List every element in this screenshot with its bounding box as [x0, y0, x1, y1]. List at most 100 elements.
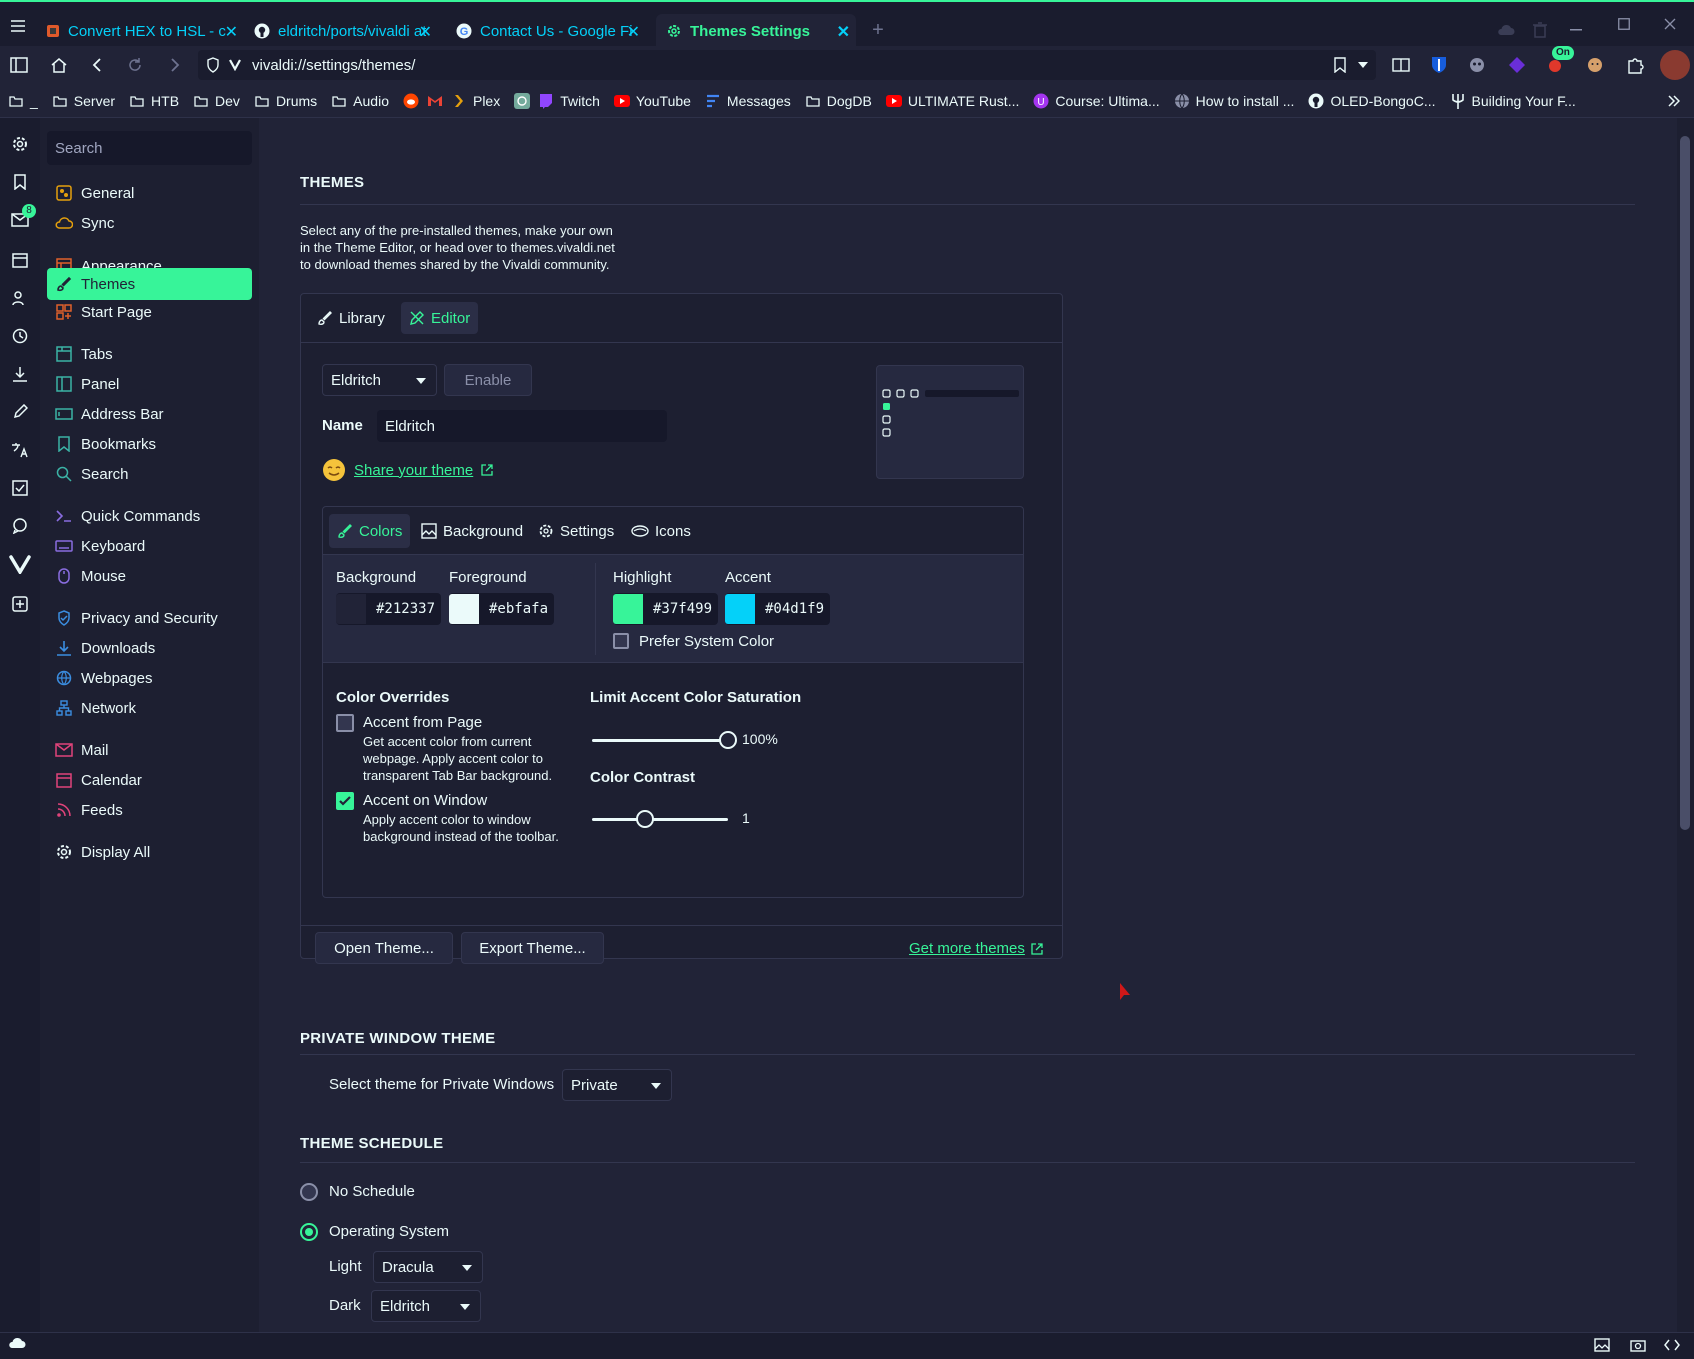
- background-color-picker[interactable]: #212337: [336, 593, 441, 625]
- tab-google-forms[interactable]: G Contact Us - Google Fi ✕: [446, 14, 646, 48]
- trash-icon[interactable]: [1530, 20, 1550, 40]
- contrast-slider-track[interactable]: [592, 818, 728, 821]
- sidebar-item-address-bar[interactable]: Address Bar: [47, 398, 252, 430]
- maximize-icon[interactable]: [1614, 14, 1634, 34]
- tab-library[interactable]: Library: [309, 302, 393, 334]
- highlight-color-picker[interactable]: #37f499: [613, 593, 718, 625]
- more-bookmarks-icon[interactable]: [1664, 92, 1684, 110]
- sidebar-item-keyboard[interactable]: Keyboard: [47, 530, 252, 562]
- bookmarks-panel-icon[interactable]: [8, 170, 32, 194]
- bookmark-how-to-install[interactable]: How to install ...: [1174, 93, 1294, 109]
- history-panel-icon[interactable]: [8, 324, 32, 348]
- notes-panel-icon[interactable]: [8, 400, 32, 424]
- theme-name-input[interactable]: Eldritch: [377, 410, 667, 442]
- bookmark-twitch[interactable]: Twitch: [538, 93, 600, 109]
- light-theme-select[interactable]: Dracula: [373, 1251, 483, 1283]
- share-theme-link[interactable]: Share your theme: [354, 462, 473, 479]
- accent-on-window-checkbox[interactable]: [336, 792, 354, 810]
- sidebar-item-downloads[interactable]: Downloads: [47, 632, 252, 664]
- sidebar-item-calendar[interactable]: Calendar: [47, 764, 252, 796]
- bookmark-reddit[interactable]: [403, 93, 419, 109]
- scrollbar[interactable]: [1677, 118, 1694, 1332]
- image-toggle-icon[interactable]: [1594, 1338, 1610, 1352]
- prefer-system-color-checkbox[interactable]: [613, 633, 629, 649]
- extension-face-icon[interactable]: [1584, 55, 1606, 75]
- chevron-down-icon[interactable]: [1358, 62, 1368, 68]
- bookmark-oled-bongocat[interactable]: OLED-BongoC...: [1308, 93, 1436, 109]
- tab-close-icon[interactable]: ✕: [837, 22, 850, 42]
- bitwarden-icon[interactable]: [1428, 55, 1450, 75]
- bookmark-folder-dogdb[interactable]: DogDB: [805, 93, 872, 109]
- avatar[interactable]: [1660, 50, 1690, 80]
- subtab-icons[interactable]: Icons: [631, 514, 691, 548]
- subtab-colors[interactable]: Colors: [329, 514, 411, 548]
- home-icon[interactable]: [48, 55, 70, 75]
- add-panel-icon[interactable]: [8, 592, 32, 616]
- accent-color-picker[interactable]: #04d1f9: [725, 593, 830, 625]
- saturation-slider-knob[interactable]: [719, 731, 737, 749]
- downloads-panel-icon[interactable]: [8, 362, 32, 386]
- get-more-themes-link[interactable]: Get more themes: [909, 940, 1025, 957]
- back-icon[interactable]: [86, 55, 108, 75]
- subtab-settings[interactable]: Settings: [538, 514, 614, 548]
- reload-icon[interactable]: [124, 55, 146, 75]
- dark-theme-select[interactable]: Eldritch: [371, 1290, 481, 1322]
- puzzle-icon[interactable]: [1624, 55, 1646, 75]
- bookmark-gmail[interactable]: [427, 93, 443, 109]
- sidebar-item-general[interactable]: General: [47, 177, 252, 209]
- settings-panel-icon[interactable]: [8, 132, 32, 156]
- code-icon[interactable]: [1664, 1338, 1680, 1352]
- sidebar-item-webpages[interactable]: Webpages: [47, 662, 252, 694]
- tab-close-icon[interactable]: ✕: [419, 22, 432, 42]
- bookmark-folder-server[interactable]: Server: [52, 93, 115, 109]
- export-theme-button[interactable]: Export Theme...: [461, 932, 604, 964]
- sidebar-item-privacy[interactable]: Privacy and Security: [47, 602, 252, 634]
- cloud-sync-icon[interactable]: [8, 1337, 26, 1349]
- translate-panel-icon[interactable]: [8, 438, 32, 462]
- contacts-panel-icon[interactable]: [8, 286, 32, 310]
- accent-from-page-checkbox[interactable]: [336, 714, 354, 732]
- bookmark-course[interactable]: U Course: Ultima...: [1033, 93, 1160, 109]
- tab-hex-converter[interactable]: Convert HEX to HSL - c ✕: [36, 14, 244, 48]
- chat-panel-icon[interactable]: [8, 514, 32, 538]
- sidebar-item-network[interactable]: Network: [47, 692, 252, 724]
- bookmark-rust[interactable]: ULTIMATE Rust...: [885, 93, 1019, 109]
- tab-close-icon[interactable]: ✕: [225, 22, 238, 42]
- bookmark-plex[interactable]: Plex: [451, 93, 500, 109]
- bookmark-icon[interactable]: [1334, 57, 1346, 73]
- extension-diamond-icon[interactable]: [1506, 55, 1528, 75]
- sidebar-item-search[interactable]: Search: [47, 458, 252, 490]
- os-schedule-radio[interactable]: [300, 1223, 318, 1241]
- address-bar[interactable]: vivaldi://settings/themes/: [198, 50, 1376, 80]
- bookmark-folder-drums[interactable]: Drums: [254, 93, 317, 109]
- sidebar-item-start-page[interactable]: Start Page: [47, 296, 252, 328]
- bookmark-folder-dev[interactable]: Dev: [193, 93, 240, 109]
- sidebar-item-quick-commands[interactable]: Quick Commands: [47, 500, 252, 532]
- cloud-icon[interactable]: [1496, 20, 1516, 40]
- settings-search-input[interactable]: Search: [47, 131, 252, 165]
- sidebar-item-feeds[interactable]: Feeds: [47, 794, 252, 826]
- no-schedule-radio[interactable]: [300, 1183, 318, 1201]
- scrollbar-thumb[interactable]: [1680, 136, 1690, 830]
- sidebar-item-tabs[interactable]: Tabs: [47, 338, 252, 370]
- sidebar-item-display-all[interactable]: Display All: [47, 836, 252, 868]
- bookmark-messages[interactable]: Messages: [705, 93, 791, 109]
- subtab-background[interactable]: Background: [421, 514, 523, 548]
- sidebar-item-panel[interactable]: Panel: [47, 368, 252, 400]
- sidebar-item-sync[interactable]: Sync: [47, 207, 252, 239]
- panel-toggle-icon[interactable]: [8, 55, 30, 75]
- shield-icon[interactable]: [206, 57, 220, 73]
- bookmark-chatgpt[interactable]: [514, 92, 531, 109]
- bookmark-building[interactable]: Building Your F...: [1450, 93, 1576, 109]
- tasks-panel-icon[interactable]: [8, 476, 32, 500]
- contrast-slider-knob[interactable]: [636, 810, 654, 828]
- extension-mask-icon[interactable]: [1466, 55, 1488, 75]
- camera-icon[interactable]: [1630, 1338, 1646, 1352]
- bookmark-item[interactable]: _: [8, 93, 38, 109]
- sidebar-item-mouse[interactable]: Mouse: [47, 560, 252, 592]
- reader-view-icon[interactable]: [1390, 55, 1412, 75]
- bookmark-youtube[interactable]: YouTube: [613, 93, 691, 109]
- tab-themes-settings[interactable]: Themes Settings ✕: [656, 14, 856, 48]
- forward-icon[interactable]: [164, 55, 186, 75]
- saturation-slider-track[interactable]: [592, 739, 728, 742]
